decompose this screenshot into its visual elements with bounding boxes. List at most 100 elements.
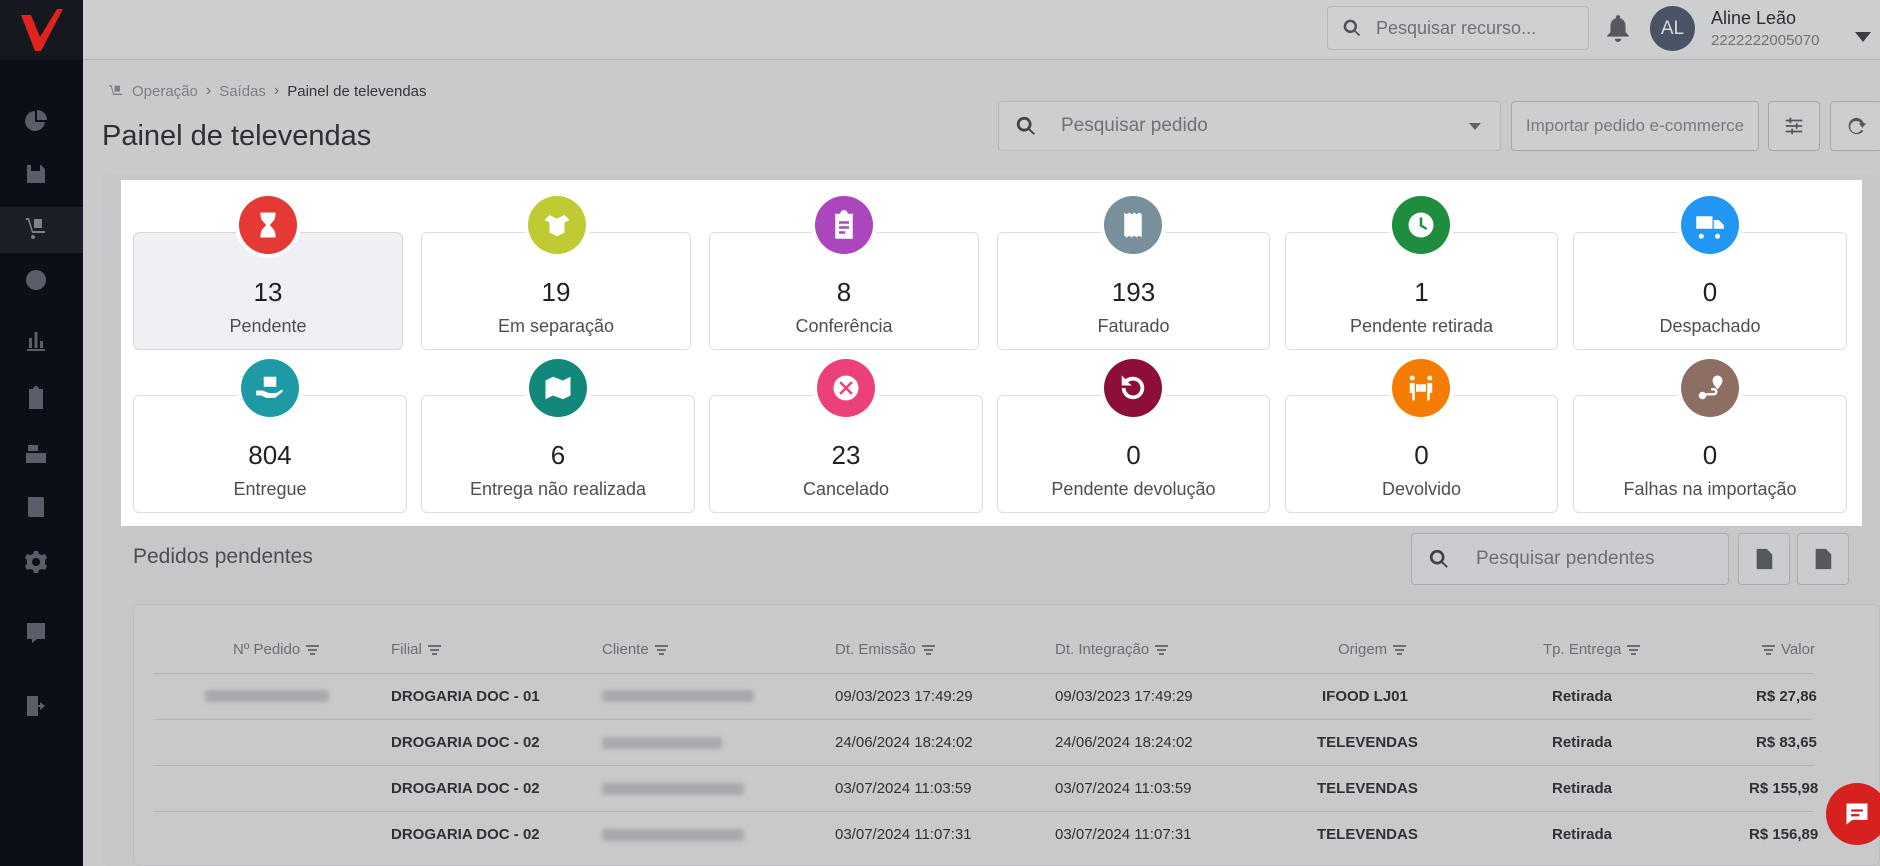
status-label: Pendente devolução xyxy=(1051,479,1216,499)
caret-down-icon xyxy=(1855,32,1871,42)
breadcrumb-item-operation[interactable]: Operação xyxy=(132,83,198,100)
search-icon xyxy=(1016,116,1035,135)
cell-dt-integracao: 03/07/2024 11:07:31 xyxy=(1055,826,1192,843)
breadcrumb-item-saidas[interactable]: Saídas xyxy=(219,83,266,100)
chevron-down-icon xyxy=(1469,123,1481,130)
sidebar-item-operation[interactable] xyxy=(22,213,50,241)
brand-logo-icon xyxy=(20,9,63,51)
status-label: Despachado xyxy=(1659,316,1761,336)
redacted-client xyxy=(602,737,722,749)
order-search-select[interactable]: Pesquisar pedido xyxy=(998,101,1501,151)
chat-button[interactable] xyxy=(1826,783,1880,845)
search-icon xyxy=(1429,549,1448,568)
pending-search-input[interactable]: Pesquisar pendentes xyxy=(1411,533,1729,585)
status-label: Cancelado xyxy=(802,479,890,499)
sidebar-item-tasks[interactable] xyxy=(22,384,50,412)
resource-search-placeholder: Pesquisar recurso... xyxy=(1376,17,1537,38)
cell-dt-emissao: 09/03/2023 17:49:29 xyxy=(835,688,973,705)
gear-icon xyxy=(25,551,47,573)
status-label: Devolvido xyxy=(1381,479,1462,499)
pending-search-placeholder: Pesquisar pendentes xyxy=(1476,548,1655,569)
column-header-filial[interactable]: Filial xyxy=(391,641,441,658)
hourglass-icon xyxy=(239,196,297,254)
export-pdf-button[interactable] xyxy=(1738,533,1790,585)
undo-icon xyxy=(1104,359,1162,417)
refresh-button[interactable] xyxy=(1830,101,1880,151)
page-title: Painel de televendas xyxy=(102,120,372,152)
user-id: 2222222005070 xyxy=(1711,32,1820,49)
clipboard-icon xyxy=(815,196,873,254)
status-label: Faturado xyxy=(1097,316,1170,336)
user-menu-toggle[interactable] xyxy=(1854,30,1872,42)
excel-file-icon xyxy=(1815,548,1832,570)
cell-dt-emissao: 03/07/2024 11:03:59 xyxy=(835,780,972,797)
notifications-button[interactable] xyxy=(1605,14,1631,42)
column-header-cliente[interactable]: Cliente xyxy=(602,641,668,658)
column-header-pedido[interactable]: Nº Pedido xyxy=(233,641,320,658)
refresh-icon xyxy=(1848,117,1867,135)
cell-origem: TELEVENDAS xyxy=(1317,734,1418,751)
filter-settings-button[interactable] xyxy=(1768,101,1820,151)
table-divider xyxy=(153,673,1813,674)
cell-origem: IFOOD LJ01 xyxy=(1322,688,1408,705)
sidebar-item-book[interactable] xyxy=(22,493,50,521)
people-carry-icon xyxy=(1392,359,1450,417)
sidebar-item-logout[interactable] xyxy=(22,692,50,720)
help-icon xyxy=(27,623,45,643)
status-label: Pendente retirada xyxy=(1349,316,1494,336)
cell-origem: TELEVENDAS xyxy=(1317,826,1418,843)
cell-dt-integracao: 09/03/2023 17:49:29 xyxy=(1055,688,1193,705)
status-count: 0 xyxy=(1126,440,1141,470)
cell-valor: R$ 27,86 xyxy=(1756,688,1817,705)
sliders-icon xyxy=(1785,117,1803,135)
column-header-tp-entrega[interactable]: Tp. Entrega xyxy=(1543,641,1641,658)
cell-tp-entrega: Retirada xyxy=(1552,734,1613,751)
status-count: 804 xyxy=(248,440,292,470)
book-icon xyxy=(28,497,44,517)
cell-filial: DROGARIA DOC - 02 xyxy=(391,734,540,751)
status-count: 6 xyxy=(550,440,566,470)
resource-search-input[interactable]: Pesquisar recurso... xyxy=(1327,6,1589,50)
status-count: 0 xyxy=(1702,277,1718,307)
dollar-circle-icon xyxy=(26,270,46,290)
column-header-dt-emissao[interactable]: Dt. Emissão xyxy=(835,641,935,658)
dolly-icon xyxy=(26,218,45,239)
cell-filial: DROGARIA DOC - 01 xyxy=(391,688,540,705)
sidebar-item-finance[interactable] xyxy=(22,266,50,294)
sidebar-item-save[interactable] xyxy=(22,160,50,188)
app-logo[interactable] xyxy=(0,0,83,60)
table-divider xyxy=(153,765,1813,766)
sidebar-item-settings[interactable] xyxy=(22,548,50,576)
cancel-icon xyxy=(817,359,875,417)
filter-icon xyxy=(1627,644,1641,655)
status-label: Entrega não realizada xyxy=(469,479,647,499)
breadcrumb-item-current: Painel de televendas xyxy=(287,82,427,100)
redacted-client xyxy=(602,690,754,702)
sidebar-item-dashboard[interactable] xyxy=(22,107,50,135)
chat-icon xyxy=(1846,803,1868,825)
breadcrumb-separator: › xyxy=(205,82,212,99)
status-count: 13 xyxy=(253,277,283,307)
cell-filial: DROGARIA DOC - 02 xyxy=(391,826,540,843)
status-count: 193 xyxy=(1111,277,1156,307)
bell-icon xyxy=(1607,15,1629,42)
filter-icon xyxy=(427,644,441,655)
avatar[interactable]: AL xyxy=(1650,6,1695,51)
export-excel-button[interactable] xyxy=(1797,533,1849,585)
cell-valor: R$ 83,65 xyxy=(1756,734,1817,751)
import-ecommerce-order-button[interactable]: Importar pedido e-commerce xyxy=(1511,101,1759,151)
sidebar-item-register[interactable] xyxy=(22,439,50,467)
clipboard-check-icon xyxy=(29,386,43,409)
column-header-origem[interactable]: Origem xyxy=(1338,641,1407,658)
route-icon xyxy=(1681,359,1739,417)
sidebar-item-reports[interactable] xyxy=(22,326,50,354)
status-count: 0 xyxy=(1414,440,1429,470)
status-label: Falhas na importação xyxy=(1623,479,1797,499)
status-label: Pendente xyxy=(229,316,307,336)
order-search-placeholder: Pesquisar pedido xyxy=(1061,115,1208,136)
breadcrumb: Operação › Saídas › Painel de televendas xyxy=(108,82,427,100)
column-header-dt-integracao[interactable]: Dt. Integração xyxy=(1055,641,1169,658)
sidebar-item-help[interactable] xyxy=(22,619,50,647)
status-label: Entregue xyxy=(233,479,307,499)
column-header-valor[interactable]: Valor xyxy=(1762,641,1815,658)
